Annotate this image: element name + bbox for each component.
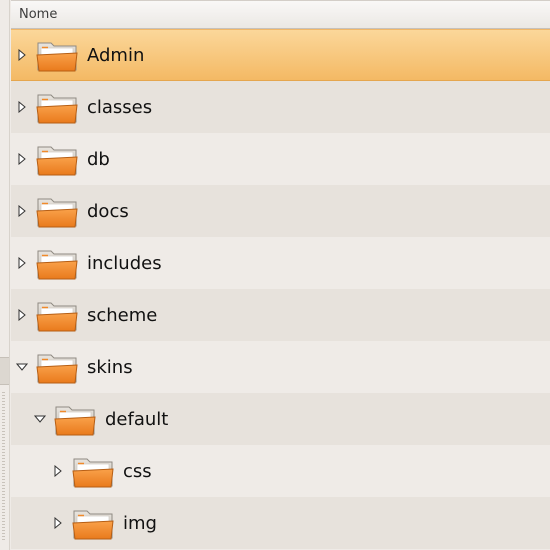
folder-icon [35, 245, 79, 281]
file-browser-window: Nome Admin classes db docs includes sche… [0, 0, 550, 550]
folder-icon [35, 193, 79, 229]
triangle-right-icon[interactable] [15, 256, 29, 270]
tree-row-label: css [123, 460, 152, 482]
triangle-right-icon[interactable] [15, 48, 29, 62]
folder-icon [35, 37, 79, 73]
folder-icon [71, 453, 115, 489]
triangle-right-icon[interactable] [51, 516, 65, 530]
tree-row-img[interactable]: img [11, 497, 550, 549]
folder-icon [35, 141, 79, 177]
tree-row-label: default [105, 408, 169, 430]
triangle-right-icon[interactable] [15, 308, 29, 322]
triangle-right-icon[interactable] [15, 152, 29, 166]
tree-row-label: scheme [87, 304, 158, 326]
tree-row-label: skins [87, 356, 133, 378]
tree-row-label: docs [87, 200, 129, 222]
column-header-name: Nome [19, 7, 58, 22]
tree-row-label: db [87, 148, 110, 170]
folder-icon [71, 505, 115, 541]
tree-row-admin[interactable]: Admin [11, 29, 550, 81]
tree-row-scheme[interactable]: scheme [11, 289, 550, 341]
tree-row-skins[interactable]: skins [11, 341, 550, 393]
side-pane-edge[interactable] [0, 0, 10, 550]
triangle-right-icon[interactable] [15, 100, 29, 114]
triangle-down-icon[interactable] [15, 360, 29, 374]
tree-row-includes[interactable]: includes [11, 237, 550, 289]
tree-row-docs[interactable]: docs [11, 185, 550, 237]
tree-rows: Admin classes db docs includes scheme sk… [11, 29, 550, 549]
tree-row-label: includes [87, 252, 162, 274]
tree-row-default[interactable]: default [11, 393, 550, 445]
tree-row-label: classes [87, 96, 153, 118]
triangle-right-icon[interactable] [51, 464, 65, 478]
folder-icon [53, 401, 97, 437]
triangle-right-icon[interactable] [15, 204, 29, 218]
folder-icon [35, 349, 79, 385]
folder-icon [35, 297, 79, 333]
column-header[interactable]: Nome [11, 0, 550, 29]
tree-row-label: Admin [87, 44, 145, 66]
folder-tree-view: Nome Admin classes db docs includes sche… [11, 0, 550, 550]
tree-row-classes[interactable]: classes [11, 81, 550, 133]
pane-grip [2, 392, 5, 542]
tree-row-db[interactable]: db [11, 133, 550, 185]
tree-row-label: img [123, 512, 157, 534]
folder-icon [35, 89, 79, 125]
tree-row-css[interactable]: css [11, 445, 550, 497]
triangle-down-icon[interactable] [33, 412, 47, 426]
pane-splitter-handle[interactable] [0, 357, 9, 385]
